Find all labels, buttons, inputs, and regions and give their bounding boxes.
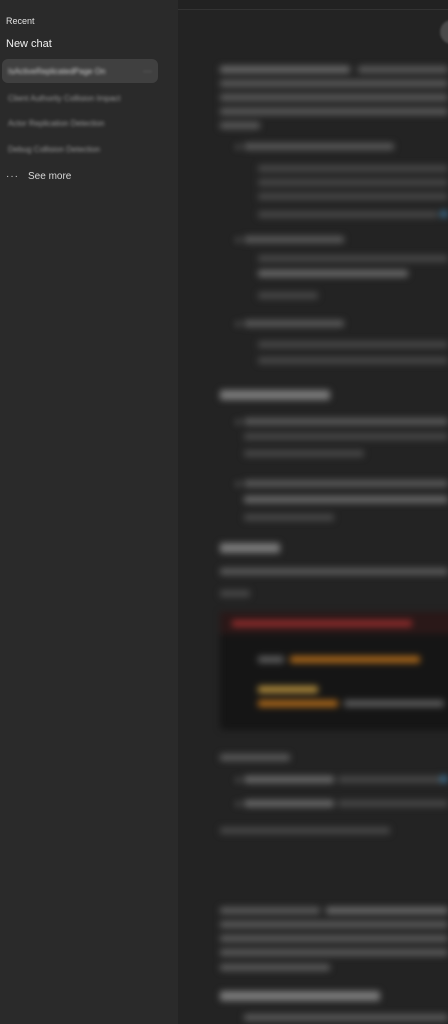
see-more-label: See more	[28, 171, 72, 182]
history-item-title: IsActiveReplicatedPage On	[8, 66, 106, 76]
blurred-conversation	[178, 0, 448, 1024]
history-item-active[interactable]: IsActiveReplicatedPage On ···	[2, 59, 158, 83]
history-item-title: Actor Replication Detection	[8, 118, 105, 128]
recent-heading: Recent	[6, 16, 35, 26]
ellipsis-icon[interactable]: ···	[143, 66, 152, 76]
sidebar: Recent New chat IsActiveReplicatedPage O…	[0, 0, 178, 1024]
history-item[interactable]: Client Authority Collision Impact	[2, 86, 158, 110]
chat-content-area	[178, 0, 448, 1024]
history-item-title: Debug Collision Detection	[8, 144, 101, 154]
new-chat-button[interactable]: New chat	[6, 38, 52, 50]
history-item-title: Client Authority Collision Impact	[8, 93, 121, 103]
see-more-button[interactable]: ··· See more	[6, 171, 71, 182]
ellipsis-icon: ···	[6, 171, 19, 182]
history-item[interactable]: Actor Replication Detection	[2, 111, 158, 135]
history-item[interactable]: Debug Collision Detection	[2, 137, 158, 161]
